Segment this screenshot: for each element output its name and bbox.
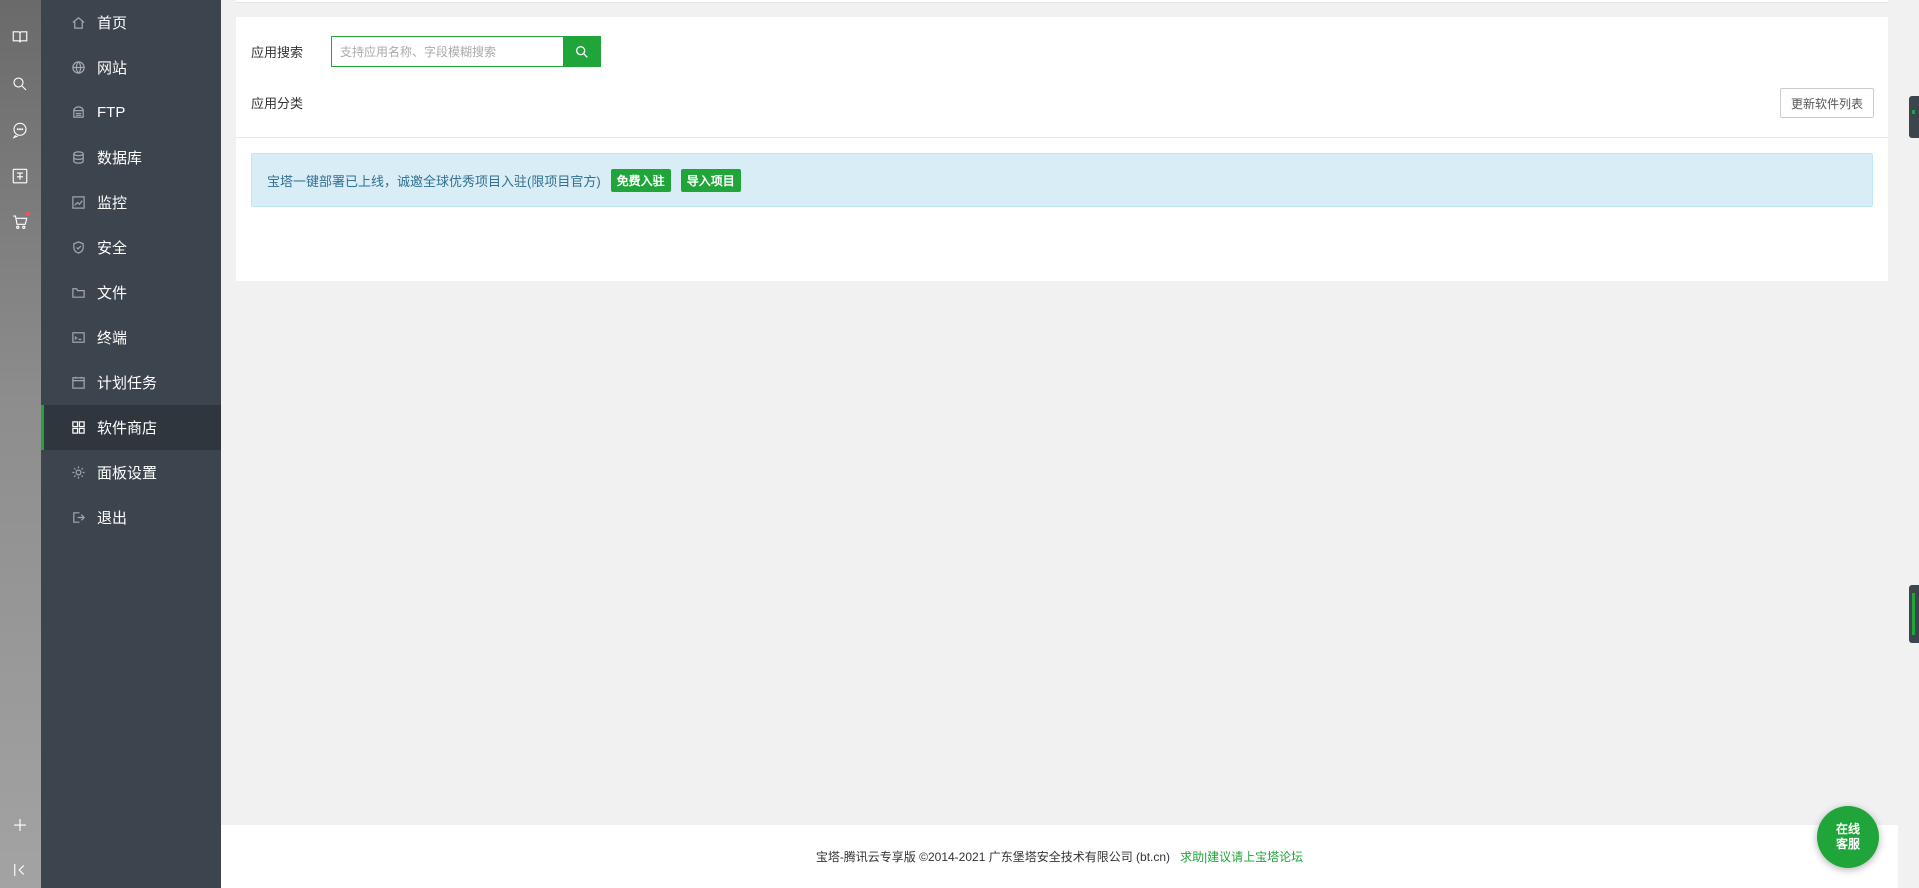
- search-row: 应用搜索: [251, 36, 601, 67]
- ftp-icon: [70, 105, 86, 121]
- sidebar-item-settings[interactable]: 面板设置: [41, 450, 221, 495]
- footer-copyright: 宝塔-腾讯云专享版 ©2014-2021 广东堡塔安全技术有限公司 (bt.cn…: [815, 850, 1171, 864]
- translate-icon[interactable]: [8, 164, 32, 188]
- sidebar-item-files[interactable]: 文件: [41, 270, 221, 315]
- sidebar-item-ftp[interactable]: FTP: [41, 90, 221, 135]
- chat-icon[interactable]: [8, 118, 32, 142]
- sidebar: 首页 网站 FTP 数据库 监控 安全 文件 终端 计划任务 软件商店 面板设置…: [41, 0, 221, 888]
- sidebar-item-label: 网站: [97, 60, 128, 77]
- sidebar-item-cron[interactable]: 计划任务: [41, 360, 221, 405]
- plus-icon[interactable]: [8, 813, 32, 837]
- sidebar-item-label: 面板设置: [97, 465, 158, 482]
- online-service-button[interactable]: 在线 客服: [1817, 806, 1879, 868]
- folder-icon: [70, 285, 86, 301]
- app-store-panel: 应用搜索 应用分类 更新软件列表 宝塔一键部署已上线，诚邀全球优秀项目入驻(限项…: [236, 17, 1888, 281]
- category-label: 应用分类: [251, 96, 304, 111]
- free-join-button[interactable]: 免费入驻: [610, 168, 671, 192]
- sidebar-item-label: 文件: [97, 285, 128, 302]
- main-content: 应用搜索 应用分类 更新软件列表 宝塔一键部署已上线，诚邀全球优秀项目入驻(限项…: [221, 0, 1898, 888]
- sidebar-item-monitor[interactable]: 监控: [41, 180, 221, 225]
- deploy-notice: 宝塔一键部署已上线，诚邀全球优秀项目入驻(限项目官方) 免费入驻 导入项目: [251, 153, 1873, 207]
- terminal-icon: [70, 330, 86, 346]
- apps-icon: [70, 420, 86, 436]
- sidebar-item-label: 退出: [97, 510, 128, 527]
- cart-icon[interactable]: [8, 210, 32, 234]
- logout-icon: [70, 510, 86, 526]
- sidebar-item-database[interactable]: 数据库: [41, 135, 221, 180]
- online-service-line2: 客服: [1835, 837, 1860, 851]
- sidebar-item-logout[interactable]: 退出: [41, 495, 221, 540]
- top-panel-edge: [236, 0, 1888, 3]
- right-edge-tab-middle[interactable]: [1909, 585, 1919, 643]
- search-input[interactable]: [331, 36, 563, 67]
- notice-text: 宝塔一键部署已上线，诚邀全球优秀项目入驻(限项目官方): [267, 173, 601, 189]
- shield-icon: [70, 240, 86, 256]
- footer: 宝塔-腾讯云专享版 ©2014-2021 广东堡塔安全技术有限公司 (bt.cn…: [221, 825, 1898, 888]
- book-icon[interactable]: [8, 25, 32, 49]
- search-icon[interactable]: [8, 72, 32, 96]
- browser-side-strip: [0, 0, 41, 888]
- sidebar-item-security[interactable]: 安全: [41, 225, 221, 270]
- sidebar-item-label: 首页: [97, 15, 128, 32]
- sidebar-item-label: 数据库: [97, 150, 143, 167]
- update-software-list-button[interactable]: 更新软件列表: [1780, 88, 1874, 118]
- sidebar-item-website[interactable]: 网站: [41, 45, 221, 90]
- calendar-icon: [70, 375, 86, 391]
- sidebar-item-label: 安全: [97, 240, 128, 257]
- database-icon: [70, 150, 86, 166]
- search-button[interactable]: [563, 36, 601, 67]
- sidebar-item-app-store[interactable]: 软件商店: [41, 405, 221, 450]
- monitor-icon: [70, 195, 86, 211]
- sidebar-item-home[interactable]: 首页: [41, 0, 221, 45]
- right-edge-tab-top[interactable]: [1909, 96, 1919, 138]
- search-label: 应用搜索: [251, 45, 304, 60]
- sidebar-item-label: 终端: [97, 330, 128, 347]
- sidebar-filler: [41, 542, 221, 888]
- collapse-icon[interactable]: [8, 858, 32, 882]
- sidebar-item-label: FTP: [97, 104, 126, 121]
- sidebar-menu: 首页 网站 FTP 数据库 监控 安全 文件 终端 计划任务 软件商店 面板设置…: [41, 0, 221, 540]
- online-service-line1: 在线: [1835, 822, 1860, 836]
- sidebar-item-label: 软件商店: [97, 420, 158, 437]
- notification-dot: [26, 212, 30, 216]
- gear-icon: [70, 465, 86, 481]
- home-icon: [70, 15, 86, 31]
- sidebar-item-terminal[interactable]: 终端: [41, 315, 221, 360]
- forum-link[interactable]: 求助|建议请上宝塔论坛: [1180, 848, 1303, 865]
- sidebar-item-label: 计划任务: [97, 375, 158, 392]
- globe-icon: [70, 60, 86, 76]
- search-icon: [576, 45, 588, 58]
- sidebar-item-label: 监控: [97, 195, 128, 212]
- import-project-button[interactable]: 导入项目: [680, 168, 741, 192]
- divider: [236, 137, 1888, 138]
